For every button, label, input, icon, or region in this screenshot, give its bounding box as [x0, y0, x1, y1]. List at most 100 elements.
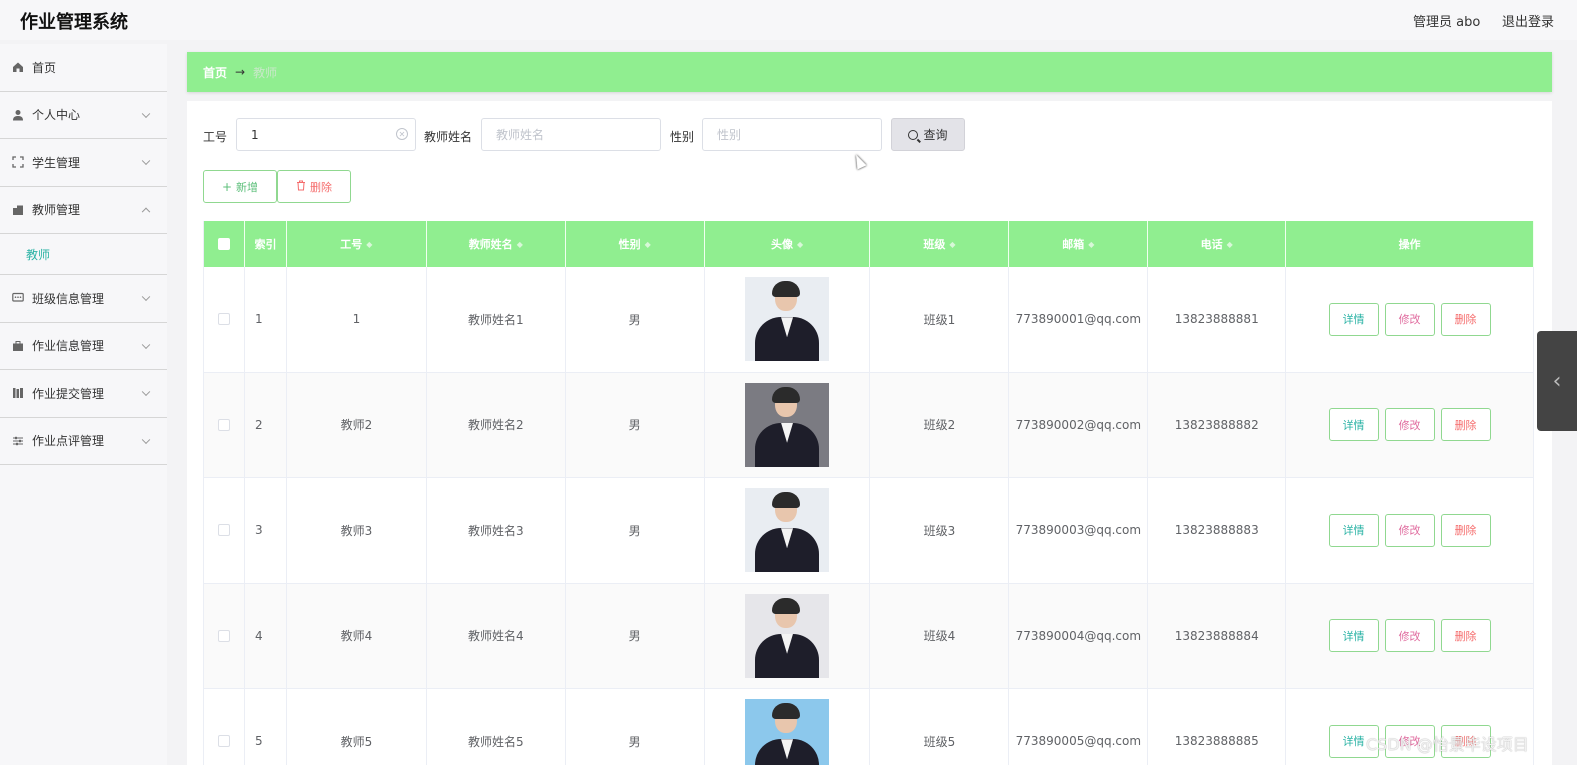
sidebar-item-homework-submission[interactable]: 作业提交管理	[0, 370, 167, 418]
sidebar-subitem-teacher[interactable]: 教师	[0, 234, 167, 275]
sidebar-item-home[interactable]: 首页	[0, 44, 167, 92]
id-cell: 1	[287, 267, 427, 372]
trash-icon	[296, 180, 306, 194]
batch-delete-button[interactable]: 删除	[277, 170, 351, 203]
header-phone[interactable]: 电话 ◆	[1148, 221, 1287, 267]
sidebar: 首页 个人中心 学生管理 教师管理 教师 班级信息管理 作业信息管理 作业提交管…	[0, 44, 167, 765]
row-checkbox[interactable]	[217, 735, 230, 748]
sort-icon[interactable]: ◆	[366, 240, 372, 249]
table-row[interactable]: 4 教师4 教师姓名4 男 班级4 773890004@qq.com 13823888884…	[204, 583, 1534, 689]
chevron-down-icon	[141, 340, 151, 349]
sort-icon[interactable]: ◆	[797, 240, 803, 249]
id-cell: 教师3	[287, 478, 427, 583]
header-label: 教师姓名	[468, 238, 513, 251]
chevron-down-icon	[141, 156, 151, 166]
name-cell: 教师姓名5	[427, 689, 566, 765]
header-label: 邮箱	[1062, 238, 1085, 251]
actions-cell: 详情 修改 删除	[1286, 267, 1534, 372]
actions-cell: 详情 修改 删除	[1286, 478, 1534, 583]
search-icon	[908, 129, 919, 140]
email-cell: 773890001@qq.com	[1009, 267, 1149, 372]
detail-button[interactable]: 详情	[1328, 619, 1379, 653]
row-checkbox[interactable]	[217, 418, 230, 431]
phone-cell: 13823888881	[1148, 267, 1287, 372]
name-cell: 教师姓名2	[427, 372, 566, 477]
row-checkbox[interactable]	[217, 313, 230, 326]
sidebar-item-student-management[interactable]: 学生管理	[0, 139, 167, 187]
actions-cell: 详情 修改 删除	[1286, 583, 1534, 688]
gender-cell: 男	[566, 267, 705, 372]
main-content: 工号 ✕ 教师姓名 性别 查询 + 新增 删除 索引 工号◆ 教师姓名◆ 性别◆…	[187, 101, 1552, 765]
email-cell: 773890002@qq.com	[1009, 372, 1149, 477]
sort-icon[interactable]: ◆	[949, 240, 955, 249]
table-row[interactable]: 5 教师5 教师姓名5 男 班级5 773890005@qq.com 13823888885…	[204, 689, 1534, 765]
name-cell: 教师姓名1	[427, 267, 566, 372]
detail-button[interactable]: 详情	[1328, 513, 1379, 547]
class-cell: 班级4	[870, 583, 1010, 688]
select-all-checkbox[interactable]	[217, 238, 230, 250]
edit-button[interactable]: 修改	[1384, 408, 1435, 442]
avatar	[745, 593, 830, 678]
chat-icon	[12, 292, 24, 304]
detail-button[interactable]: 详情	[1328, 408, 1379, 442]
collapse-panel-button[interactable]: ‹	[1537, 331, 1577, 431]
header-class[interactable]: 班级 ◆	[870, 221, 1010, 267]
logout-link[interactable]: 退出登录	[1502, 11, 1554, 30]
teacher-name-search-input[interactable]	[481, 118, 661, 151]
table-row[interactable]: 3 教师3 教师姓名3 男 班级3 773890003@qq.com 13823888883…	[204, 478, 1534, 584]
sidebar-item-homework-review[interactable]: 作业点评管理	[0, 418, 167, 465]
edit-button[interactable]: 修改	[1384, 619, 1435, 653]
sort-icon[interactable]: ◆	[645, 240, 651, 249]
top-bar: 作业管理系统 管理员 abo 退出登录	[0, 0, 1577, 40]
row-checkbox[interactable]	[217, 524, 230, 537]
class-cell: 班级3	[870, 478, 1010, 583]
sidebar-item-class-info[interactable]: 班级信息管理	[0, 275, 167, 323]
edit-button[interactable]: 修改	[1384, 513, 1435, 547]
header-email[interactable]: 邮箱 ◆	[1009, 221, 1149, 267]
sidebar-item-homework-info[interactable]: 作业信息管理	[0, 323, 167, 370]
sidebar-item-label: 班级信息管理	[32, 291, 105, 306]
app-title: 作业管理系统	[20, 12, 128, 33]
clear-icon[interactable]: ✕	[396, 128, 408, 140]
table-header: 索引 工号 ◆ 教师姓名 ◆ 性别 ◆ 头像 ◆ 班级 ◆ 邮箱 ◆ 电话 ◆ 操作	[204, 221, 1534, 267]
table-row[interactable]: 2 教师2 教师姓名2 男 班级2 773890002@qq.com 13823888882…	[204, 372, 1534, 478]
class-cell: 班级5	[870, 689, 1010, 765]
avatar-cell	[705, 372, 871, 477]
avatar	[745, 382, 830, 467]
phone-cell: 13823888883	[1148, 478, 1287, 583]
sort-icon[interactable]: ◆	[1227, 240, 1233, 249]
header-gender[interactable]: 性别 ◆	[566, 221, 705, 267]
add-button[interactable]: + 新增	[203, 170, 277, 203]
index-cell: 1	[245, 267, 287, 372]
phone-cell: 13823888885	[1148, 689, 1287, 765]
avatar	[745, 699, 830, 765]
gender-cell: 男	[566, 372, 705, 477]
sidebar-item-teacher-management[interactable]: 教师管理	[0, 187, 167, 234]
chevron-down-icon	[141, 387, 151, 397]
header-label: 头像	[770, 238, 793, 251]
class-cell: 班级1	[870, 267, 1010, 372]
query-button[interactable]: 查询	[891, 118, 965, 151]
avatar-cell	[705, 689, 871, 765]
id-search-input[interactable]	[236, 118, 416, 151]
delete-button[interactable]: 删除	[1440, 302, 1491, 336]
watermark: CSDN @怡景毕设项目	[1366, 735, 1529, 754]
sidebar-item-label: 教师管理	[32, 203, 81, 218]
row-checkbox[interactable]	[217, 629, 230, 642]
query-label: 查询	[923, 128, 948, 142]
header-name[interactable]: 教师姓名 ◆	[427, 221, 566, 267]
delete-button[interactable]: 删除	[1440, 619, 1491, 653]
detail-button[interactable]: 详情	[1328, 302, 1379, 336]
header-avatar[interactable]: 头像 ◆	[705, 221, 871, 267]
delete-button[interactable]: 删除	[1440, 408, 1491, 442]
sidebar-item-personal-center[interactable]: 个人中心	[0, 92, 167, 139]
header-id[interactable]: 工号 ◆	[287, 221, 427, 267]
sort-icon[interactable]: ◆	[517, 240, 523, 249]
breadcrumb-home[interactable]: 首页	[203, 64, 227, 81]
chevron-left-icon: ‹	[1552, 368, 1562, 394]
sort-icon[interactable]: ◆	[1088, 240, 1094, 249]
gender-search-input[interactable]	[702, 118, 882, 151]
edit-button[interactable]: 修改	[1384, 302, 1435, 336]
table-row[interactable]: 1 1 教师姓名1 男班级1 773890001@qq.com 13823888881 详…	[204, 267, 1534, 373]
delete-button[interactable]: 删除	[1440, 513, 1491, 547]
